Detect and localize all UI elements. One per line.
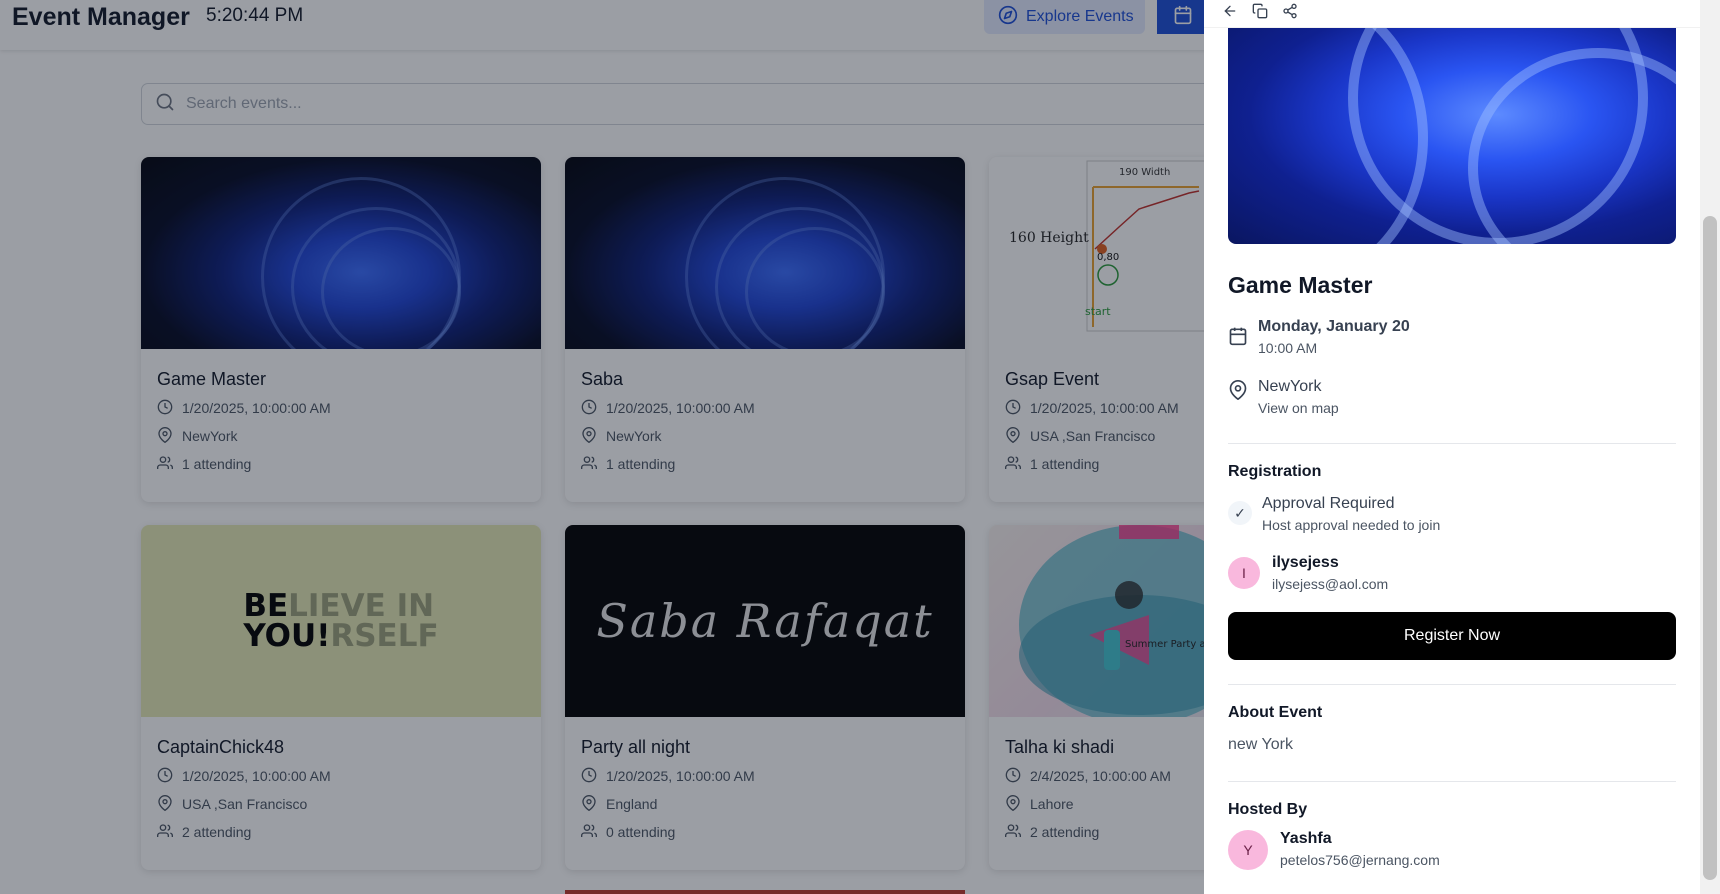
approval-row: ✓ Approval Required Host approval needed… — [1228, 495, 1440, 533]
event-title: Game Master — [1228, 272, 1373, 298]
share-icon[interactable] — [1282, 3, 1298, 24]
host-avatar: Y — [1228, 830, 1268, 870]
back-arrow-icon[interactable] — [1222, 3, 1238, 24]
copy-icon[interactable] — [1252, 3, 1268, 24]
event-location: NewYork — [1258, 378, 1322, 395]
divider — [1228, 443, 1676, 444]
divider — [1228, 684, 1676, 685]
current-user-row: I ilysejess ilysejess@aol.com — [1228, 554, 1388, 592]
panel-toolbar — [1204, 0, 1700, 28]
scrollbar-thumb[interactable] — [1703, 216, 1717, 880]
register-now-button[interactable]: Register Now — [1228, 612, 1676, 660]
event-location-row: NewYork View on map — [1228, 378, 1339, 416]
host-email: petelos756@jernang.com — [1280, 852, 1440, 868]
about-text: new York — [1228, 736, 1293, 753]
divider — [1228, 781, 1676, 782]
event-detail-panel: Game Master Monday, January 20 10:00 AM … — [1204, 0, 1700, 894]
user-avatar: I — [1228, 557, 1260, 589]
host-name: Yashfa — [1280, 830, 1332, 847]
calendar-icon — [1228, 326, 1248, 356]
user-email: ilysejess@aol.com — [1272, 576, 1389, 592]
event-hero-image — [1228, 28, 1676, 244]
about-heading: About Event — [1228, 704, 1323, 721]
approval-subtitle: Host approval needed to join — [1262, 517, 1441, 533]
event-date: Monday, January 20 — [1258, 318, 1410, 335]
event-datetime: Monday, January 20 10:00 AM — [1228, 318, 1410, 356]
event-time: 10:00 AM — [1258, 340, 1318, 356]
approval-title: Approval Required — [1262, 495, 1395, 512]
host-row: Y Yashfa petelos756@jernang.com — [1228, 830, 1440, 870]
user-name: ilysejess — [1272, 554, 1339, 571]
check-icon: ✓ — [1228, 501, 1252, 525]
registration-heading: Registration — [1228, 463, 1322, 480]
map-pin-icon — [1228, 380, 1248, 416]
view-on-map-link[interactable]: View on map — [1258, 400, 1339, 416]
hosted-by-heading: Hosted By — [1228, 801, 1308, 818]
